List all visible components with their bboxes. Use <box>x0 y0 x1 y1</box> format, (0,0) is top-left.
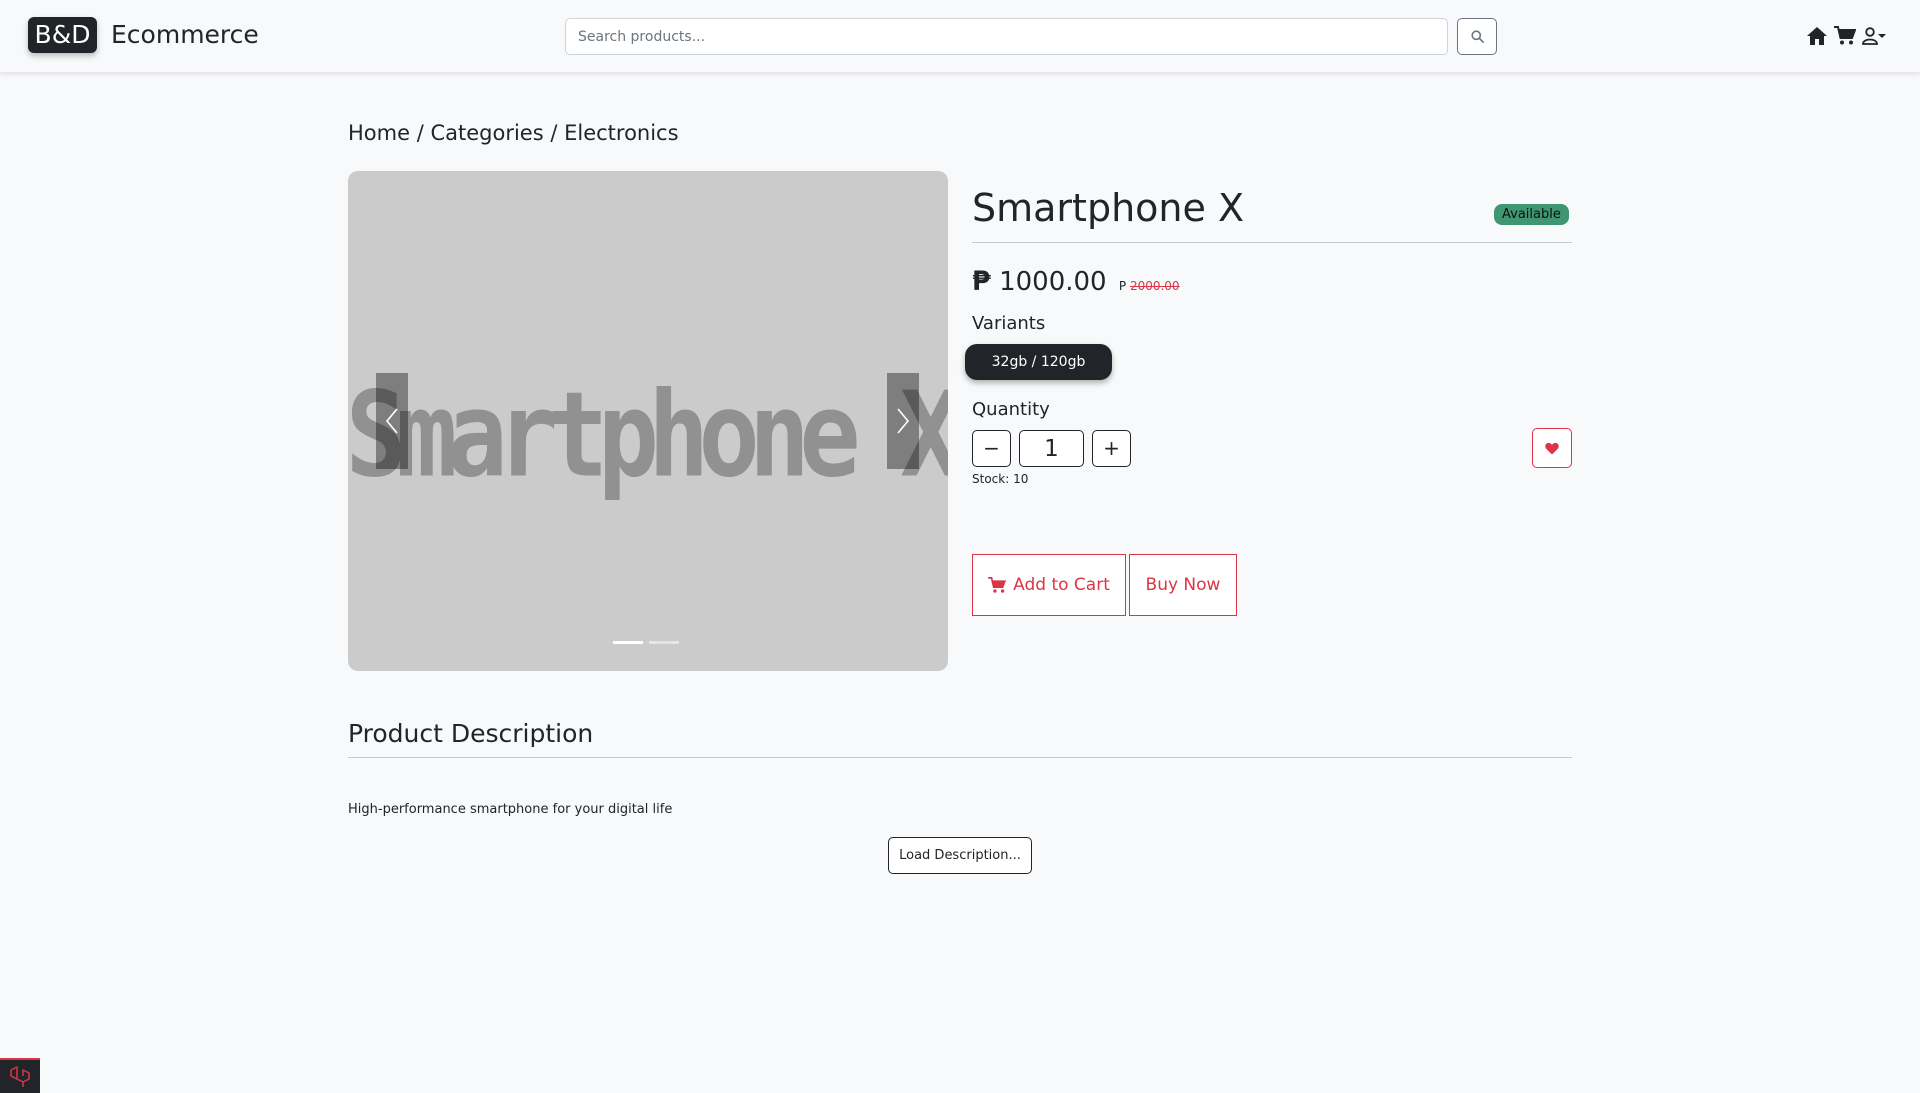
brand-name[interactable]: Ecommerce <box>111 19 259 51</box>
add-to-cart-button[interactable]: Add to Cart <box>972 554 1126 616</box>
description-heading: Product Description <box>348 719 594 748</box>
breadcrumb-home[interactable]: Home <box>348 121 410 145</box>
chevron-left-icon <box>385 408 398 434</box>
add-to-cart-label: Add to Cart <box>1013 575 1110 595</box>
search-input[interactable] <box>565 18 1448 55</box>
product-image-carousel: Smartphone X <box>348 171 948 671</box>
carousel-indicators <box>613 641 679 644</box>
product-price: ₱ 1000.00 P 2000.00 <box>972 264 1180 304</box>
breadcrumb-separator: / <box>543 121 565 145</box>
product-image-text: Smartphone X <box>348 367 948 505</box>
divider <box>972 242 1572 243</box>
quantity-input[interactable] <box>1019 430 1084 467</box>
buy-now-button[interactable]: Buy Now <box>1129 554 1237 616</box>
status-badge: Available <box>1494 204 1569 225</box>
laravel-logo-icon <box>10 1065 30 1087</box>
quantity-decrease-button[interactable]: − <box>972 430 1011 467</box>
heart-icon <box>1545 442 1559 454</box>
account-dropdown[interactable] <box>1862 27 1886 45</box>
old-currency: P <box>1118 279 1127 293</box>
nav-icons <box>1806 22 1886 50</box>
carousel-indicator-2[interactable] <box>649 641 679 644</box>
breadcrumb-separator: / <box>410 121 431 145</box>
search-button[interactable] <box>1457 18 1497 55</box>
breadcrumb-categories[interactable]: Categories <box>430 121 543 145</box>
chevron-right-icon <box>897 408 910 434</box>
breadcrumb: Home / Categories / Electronics <box>348 118 679 148</box>
debugbar-toggle[interactable] <box>0 1058 40 1093</box>
carousel-indicator-1[interactable] <box>613 641 643 644</box>
divider <box>348 757 1572 758</box>
currency-symbol: ₱ <box>972 266 991 297</box>
breadcrumb-electronics[interactable]: Electronics <box>564 121 678 145</box>
description-text: High-performance smartphone for your dig… <box>348 802 673 817</box>
cart-icon <box>1834 26 1856 45</box>
product-title: Smartphone X <box>972 186 1244 230</box>
carousel-next-button[interactable] <box>887 373 919 469</box>
quantity-label: Quantity <box>972 399 1050 420</box>
quantity-increase-button[interactable]: + <box>1092 430 1131 467</box>
variant-option-32gb-120gb[interactable]: 32gb / 120gb <box>965 344 1112 380</box>
brand-logo[interactable]: B&D <box>28 17 97 53</box>
current-price: 1000.00 <box>999 267 1107 297</box>
stock-count: Stock: 10 <box>972 472 1029 486</box>
old-price-value: 2000.00 <box>1129 279 1180 293</box>
cart-icon <box>988 576 1007 593</box>
home-icon <box>1807 27 1827 45</box>
wishlist-button[interactable] <box>1532 428 1572 468</box>
search-icon <box>1470 30 1484 43</box>
original-price: P 2000.00 <box>1119 279 1180 293</box>
caret-down-icon <box>1878 34 1886 38</box>
variants-label: Variants <box>972 313 1046 334</box>
cart-link[interactable] <box>1834 26 1856 46</box>
carousel-prev-button[interactable] <box>376 373 408 469</box>
user-icon <box>1862 27 1878 45</box>
navbar: B&D Ecommerce <box>0 0 1920 73</box>
home-link[interactable] <box>1806 26 1828 46</box>
load-description-button[interactable]: Load Description... <box>888 837 1032 874</box>
